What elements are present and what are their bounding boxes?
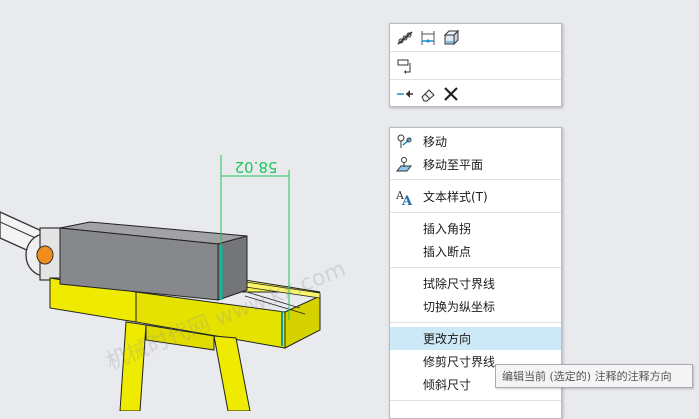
menu-item-insert-jog[interactable]: 插入角拐 bbox=[390, 217, 561, 240]
eraser-icon[interactable] bbox=[417, 83, 439, 105]
menu-item-move-to-plane[interactable]: 移动至平面 bbox=[390, 153, 561, 176]
menu-separator bbox=[390, 179, 561, 180]
mini-toolbar-row-2 bbox=[390, 52, 561, 80]
dimension-value[interactable]: 58.02 bbox=[235, 158, 278, 176]
mini-toolbar bbox=[389, 23, 562, 107]
menu-separator bbox=[390, 212, 561, 213]
menu-label: 拭除尺寸界线 bbox=[423, 277, 496, 291]
menu-label: 倾斜尺寸 bbox=[423, 378, 472, 392]
menu-label: 文本样式(T) bbox=[423, 190, 488, 204]
menu-label: 插入断点 bbox=[423, 245, 472, 259]
menu-item-insert-break[interactable]: 插入断点 bbox=[390, 240, 561, 263]
move-icon bbox=[390, 133, 418, 151]
menu-label: 移动 bbox=[423, 135, 448, 149]
menu-item-toggle-ordinate[interactable]: 切换为纵坐标 bbox=[390, 295, 561, 318]
menu-label: 插入角拐 bbox=[423, 222, 472, 236]
mini-toolbar-row-3 bbox=[390, 80, 561, 107]
menu-item-move[interactable]: 移动 bbox=[390, 130, 561, 153]
menu-item-change-orientation[interactable]: 更改方向 bbox=[390, 327, 561, 350]
menu-separator bbox=[390, 267, 561, 268]
3d-model-viewport[interactable]: 58.02 机械时代网 www.kx.com bbox=[0, 0, 699, 411]
menu-label: 移动至平面 bbox=[423, 158, 484, 172]
menu-label: 切换为纵坐标 bbox=[423, 300, 496, 314]
delete-icon[interactable] bbox=[440, 83, 462, 105]
tooltip: 编辑当前 (选定的) 注释的注释方向 bbox=[495, 364, 693, 388]
move-to-plane-icon bbox=[390, 156, 418, 174]
menu-label: 修剪尺寸界线 bbox=[423, 355, 496, 369]
dimension-spacing-icon[interactable] bbox=[417, 27, 439, 49]
menu-label: 更改方向 bbox=[423, 332, 472, 346]
chain-dimension-icon[interactable] bbox=[394, 27, 416, 49]
arrow-flip-icon[interactable] bbox=[394, 83, 416, 105]
svg-text:A: A bbox=[401, 194, 413, 206]
menu-item-erase-witness-line[interactable]: 拭除尺寸界线 bbox=[390, 272, 561, 295]
menu-separator bbox=[390, 322, 561, 323]
menu-separator bbox=[390, 400, 561, 401]
text-style-icon: AA bbox=[390, 188, 418, 206]
3d-annotation-icon[interactable] bbox=[440, 27, 462, 49]
mini-toolbar-row-1 bbox=[390, 24, 561, 52]
menu-item-text-style[interactable]: AA 文本样式(T) bbox=[390, 185, 561, 208]
note-leader-icon[interactable] bbox=[394, 55, 416, 77]
